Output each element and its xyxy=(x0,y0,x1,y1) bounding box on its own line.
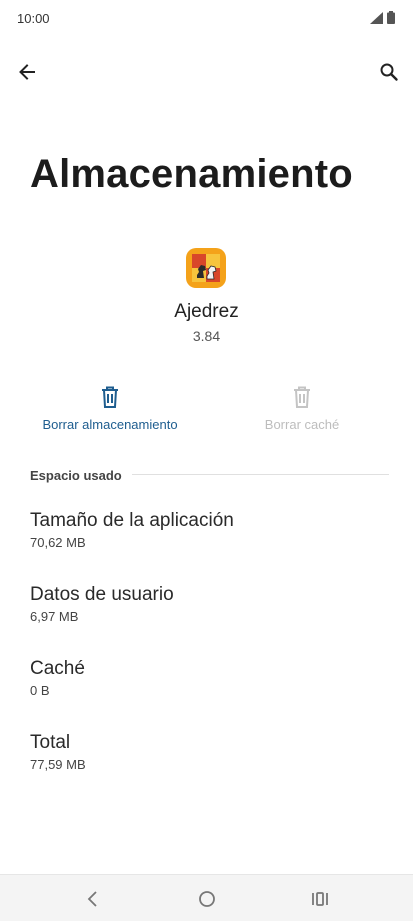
arrow-left-icon xyxy=(19,64,35,80)
app-version: 3.84 xyxy=(192,328,221,344)
row-value: 6,97 MB xyxy=(30,609,79,624)
row-value: 77,59 MB xyxy=(30,757,86,772)
clear-storage-label: Borrar almacenamiento xyxy=(42,417,178,432)
chevron-left-icon xyxy=(87,891,97,907)
battery-icon xyxy=(387,11,395,24)
row-value: 70,62 MB xyxy=(30,535,86,550)
storage-row-cache: Caché 0 B xyxy=(30,658,85,698)
search-button[interactable] xyxy=(369,52,409,92)
navigation-bar xyxy=(0,874,413,921)
row-title: Tamaño de la aplicación xyxy=(30,510,234,531)
app-name: Ajedrez xyxy=(174,301,239,322)
status-time: 10:00 xyxy=(17,11,50,26)
row-title: Datos de usuario xyxy=(30,584,174,605)
clear-storage-button[interactable]: Borrar almacenamiento xyxy=(20,386,200,432)
signal-icon xyxy=(370,12,383,24)
search-icon xyxy=(380,63,398,81)
nav-recents-button[interactable] xyxy=(306,885,334,913)
chess-app-icon xyxy=(186,248,226,288)
section-header: Espacio usado xyxy=(30,468,122,483)
clear-cache-label: Borrar caché xyxy=(264,417,340,432)
storage-row-total: Total 77,59 MB xyxy=(30,732,86,772)
section-divider xyxy=(132,474,389,475)
back-button[interactable] xyxy=(7,52,47,92)
row-title: Caché xyxy=(30,658,85,679)
nav-back-button[interactable] xyxy=(79,885,107,913)
status-icons xyxy=(370,11,395,24)
clear-cache-button[interactable]: Borrar caché xyxy=(212,386,392,432)
home-circle-icon xyxy=(199,891,215,907)
trash-icon xyxy=(102,386,118,408)
row-title: Total xyxy=(30,732,71,753)
trash-icon xyxy=(294,386,310,408)
storage-row-user-data: Datos de usuario 6,97 MB xyxy=(30,584,174,624)
recents-icon xyxy=(312,892,328,906)
row-value: 0 B xyxy=(30,683,50,698)
nav-home-button[interactable] xyxy=(193,885,221,913)
storage-row-app-size: Tamaño de la aplicación 70,62 MB xyxy=(30,510,234,550)
status-bar: 10:00 xyxy=(0,0,413,36)
page-title: Almacenamiento xyxy=(30,152,353,196)
